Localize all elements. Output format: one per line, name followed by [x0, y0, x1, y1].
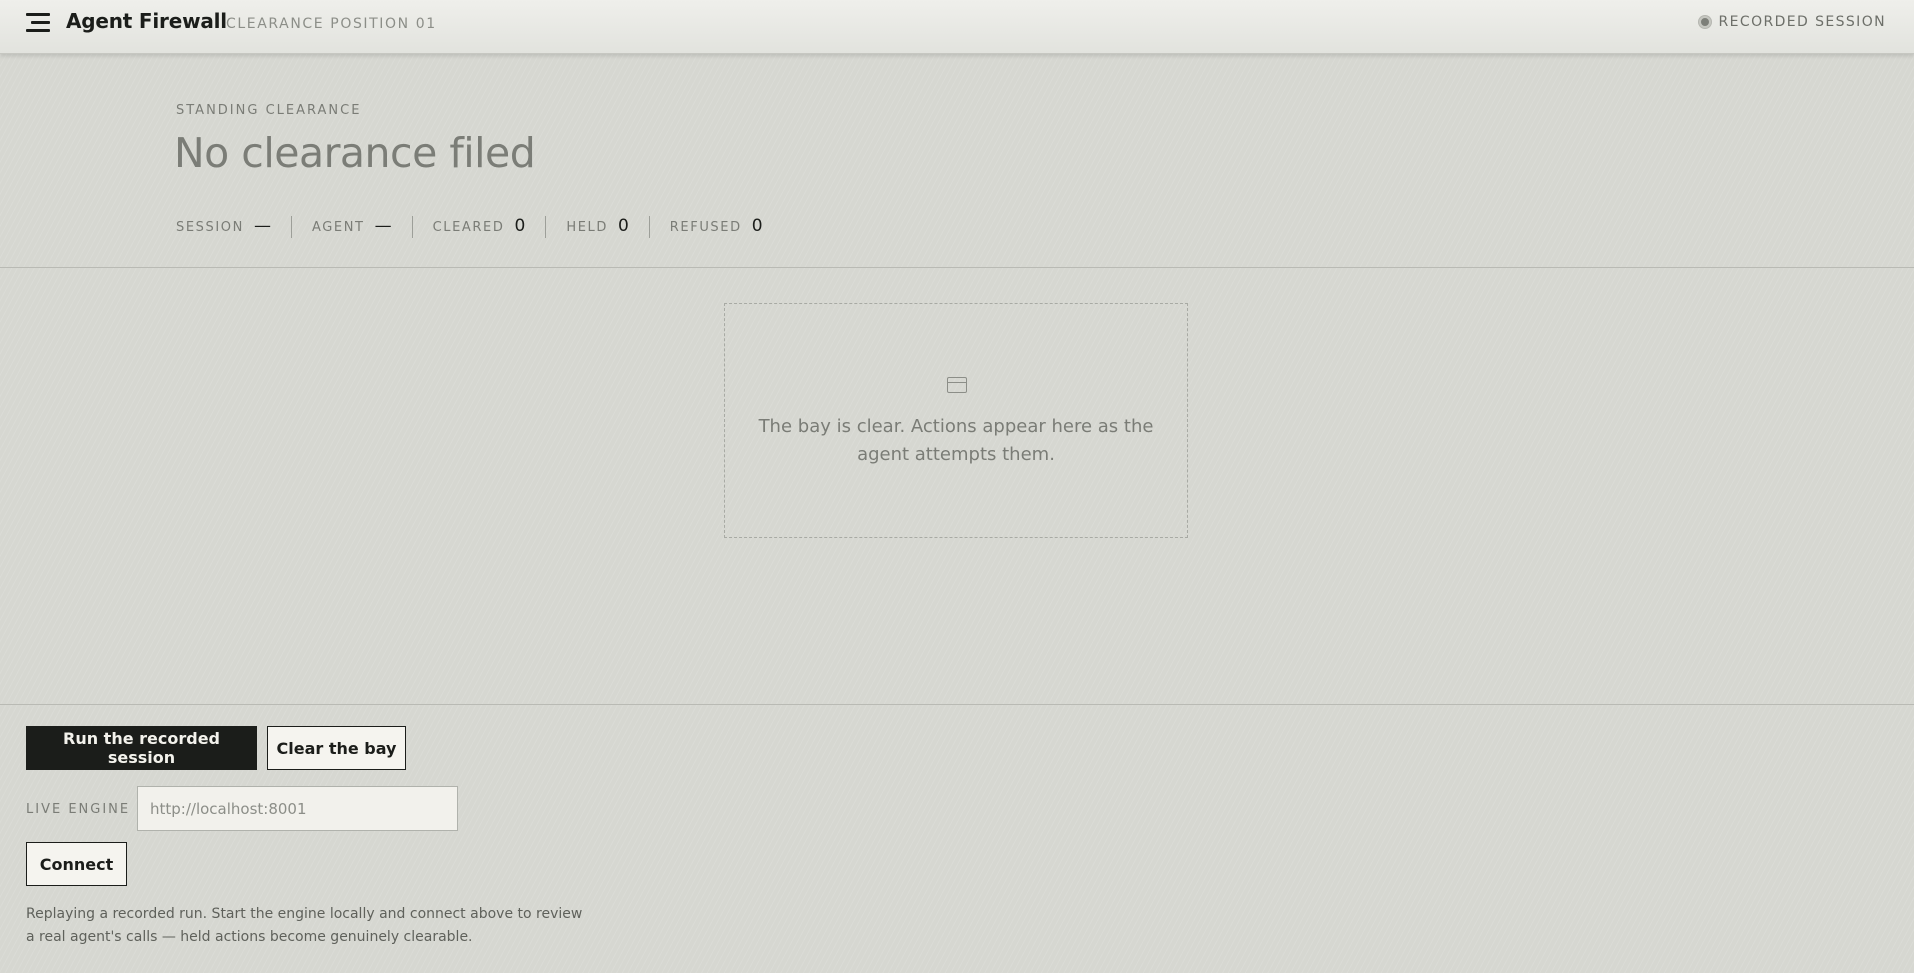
recording-dot-icon: [1698, 16, 1711, 28]
stat-session: SESSION —: [176, 216, 291, 238]
live-engine-url-input[interactable]: [137, 786, 458, 831]
stat-value: 0: [514, 216, 526, 236]
clearance-position-label: CLEARANCE POSITION 01: [226, 16, 437, 32]
bay-empty-state: The bay is clear. Actions appear here as…: [724, 303, 1188, 538]
stat-label: AGENT: [311, 220, 365, 235]
stat-value: —: [253, 216, 271, 236]
stat-value: 0: [751, 216, 763, 236]
session-controls: Run the recorded session Clear the bay L…: [0, 704, 1914, 973]
menu-icon[interactable]: [26, 13, 52, 32]
connect-button[interactable]: Connect: [26, 842, 127, 886]
run-recorded-session-button[interactable]: Run the recorded session: [26, 726, 257, 770]
top-bar: Agent Firewall CLEARANCE POSITION 01 REC…: [0, 0, 1914, 54]
stat-agent: AGENT —: [290, 216, 412, 238]
clearance-stats: SESSION — AGENT — CLEARED 0 HELD 0 REFUS…: [176, 213, 783, 241]
stat-refused: REFUSED 0: [648, 216, 783, 238]
stat-label: CLEARED: [432, 220, 505, 235]
clear-bay-button[interactable]: Clear the bay: [267, 726, 406, 770]
replay-hint: Replaying a recorded run. Start the engi…: [26, 906, 583, 945]
bay-empty-message: The bay is clear. Actions appear here as…: [758, 416, 1154, 465]
live-engine-label: LIVE ENGINE: [26, 802, 131, 817]
stat-held: HELD 0: [545, 216, 648, 238]
inbox-tray-icon: [947, 377, 967, 393]
clearance-status-heading: No clearance filed: [174, 129, 536, 177]
stat-value: —: [374, 216, 392, 236]
session-mode-indicator: RECORDED SESSION: [1698, 14, 1886, 30]
stat-label: REFUSED: [669, 220, 742, 235]
app-title: Agent Firewall: [66, 9, 227, 33]
stat-label: HELD: [566, 220, 608, 235]
session-mode-label: RECORDED SESSION: [1718, 14, 1886, 30]
stat-value: 0: [617, 216, 629, 236]
stat-label: SESSION: [176, 220, 244, 235]
stat-cleared: CLEARED 0: [411, 216, 546, 238]
section-eyebrow: STANDING CLEARANCE: [176, 103, 362, 118]
standing-clearance-panel: STANDING CLEARANCE No clearance filed SE…: [0, 55, 1914, 268]
